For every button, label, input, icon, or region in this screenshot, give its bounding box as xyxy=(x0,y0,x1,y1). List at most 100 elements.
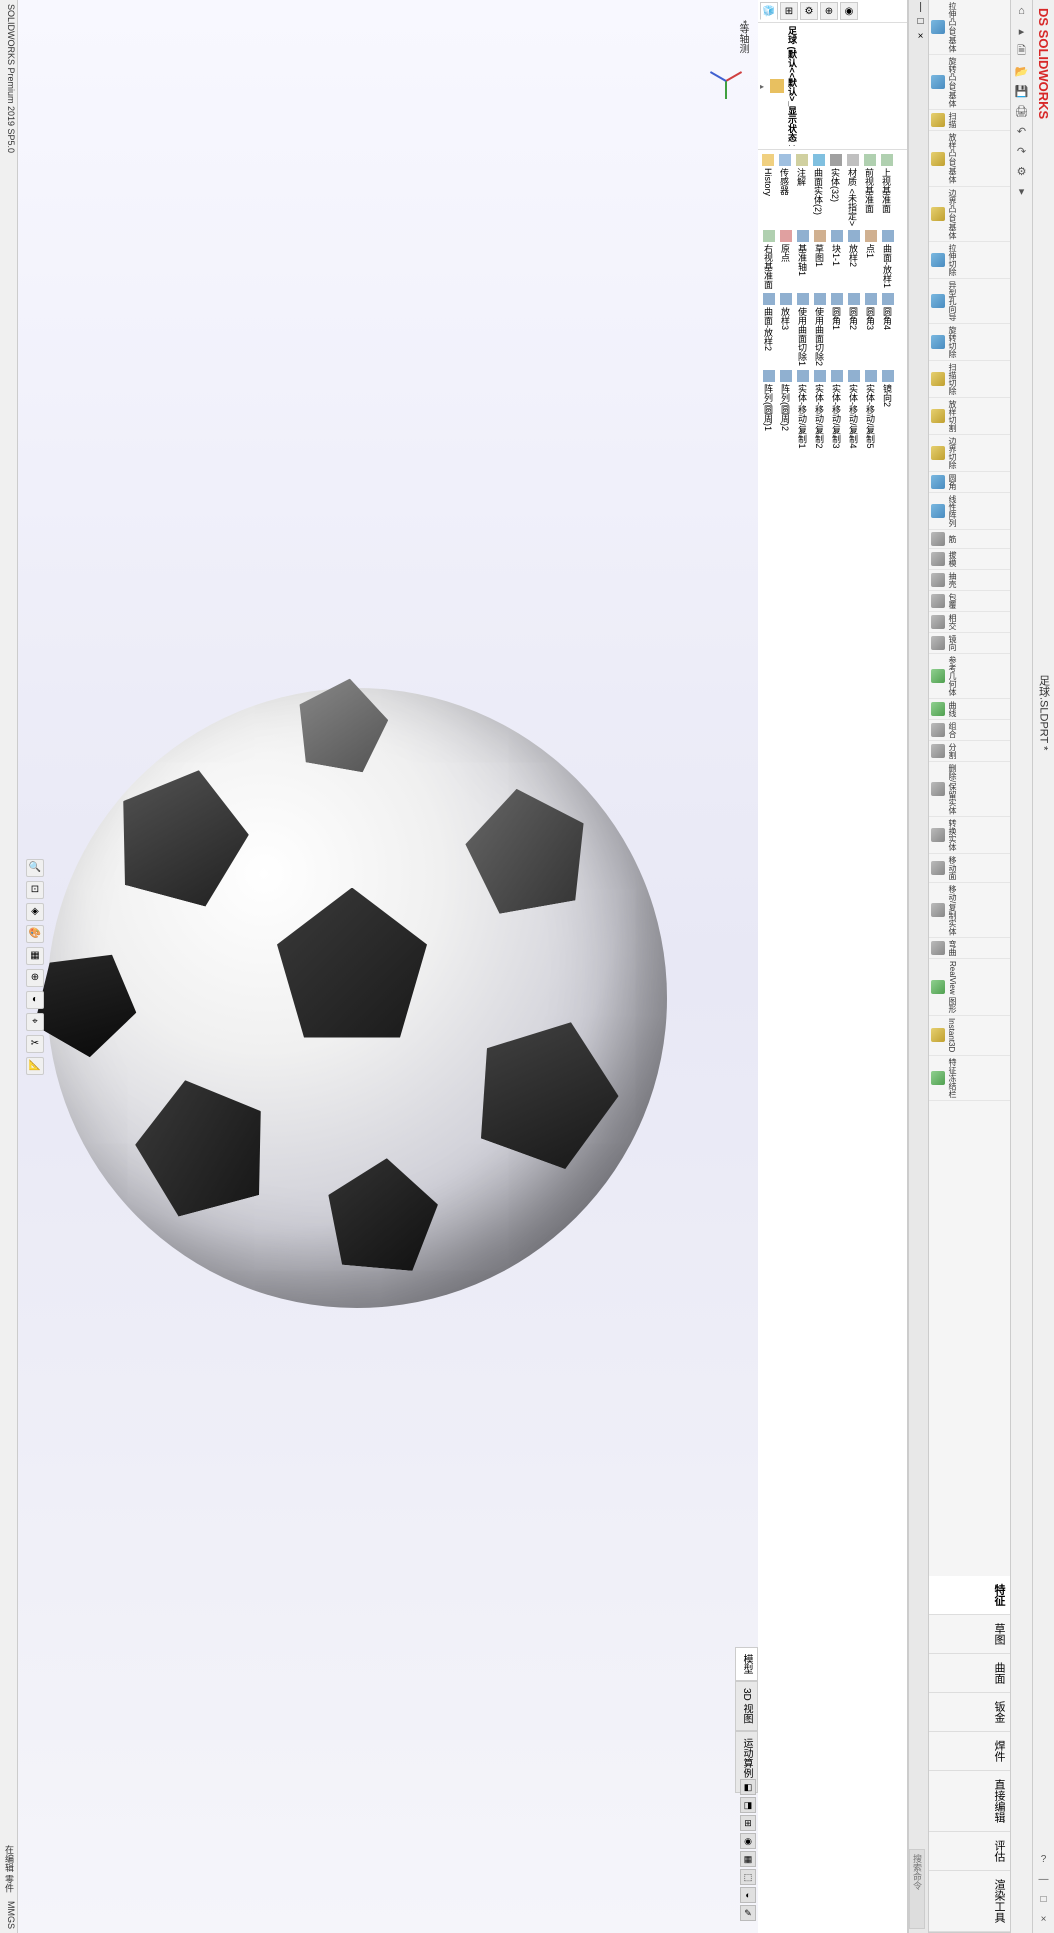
ribbon-button[interactable]: 边界切除 xyxy=(929,435,1010,472)
taskpane-tab-0[interactable]: ◧ xyxy=(740,1779,756,1795)
ribbon-tab-4[interactable]: 焊件 xyxy=(929,1732,1010,1771)
ribbon-button[interactable]: 弯曲 xyxy=(929,938,1010,959)
orientation-triad[interactable] xyxy=(706,60,746,100)
tree-node[interactable]: 实体-移动/复制2 xyxy=(812,369,827,450)
doc-min-button[interactable]: — xyxy=(909,0,928,14)
help-button[interactable]: ? xyxy=(1036,1853,1052,1865)
tree-node[interactable]: 原点 xyxy=(778,229,793,290)
tree-node[interactable]: 曲面-放样2 xyxy=(761,292,776,367)
arrow-icon[interactable] xyxy=(1014,23,1030,39)
headsup-button-2[interactable]: ◈ xyxy=(26,903,44,921)
tree-node[interactable]: 前视基准面 xyxy=(862,153,877,227)
tree-root[interactable]: ▸ 足球 (默认<<默认>_显示状态 1>) xyxy=(760,25,905,147)
feature-panel-tab-4[interactable]: ◉ xyxy=(840,2,858,20)
taskpane-tab-5[interactable]: ⬚ xyxy=(740,1869,756,1885)
ribbon-button[interactable]: 组合 xyxy=(929,720,1010,741)
tree-node[interactable]: 上视基准面 xyxy=(879,153,894,227)
headsup-button-8[interactable]: ✂ xyxy=(26,1035,44,1053)
ribbon-button[interactable]: 边界凸台/基体 xyxy=(929,187,1010,242)
ribbon-button[interactable]: 分割 xyxy=(929,741,1010,762)
ribbon-button[interactable]: 放样切割 xyxy=(929,398,1010,435)
ribbon-button[interactable]: 异型孔向导 xyxy=(929,279,1010,324)
tree-node[interactable]: 圆角3 xyxy=(863,292,878,367)
ribbon-button[interactable]: Instant3D xyxy=(929,1016,1010,1055)
tree-node[interactable]: 实体-移动/复制1 xyxy=(795,369,810,450)
taskpane-tab-6[interactable]: ◐ xyxy=(740,1887,756,1903)
taskpane-tab-4[interactable]: ▦ xyxy=(740,1851,756,1867)
feature-panel-tab-0[interactable]: 🧊 xyxy=(760,2,778,20)
tree-node[interactable]: 使用曲面切除2 xyxy=(812,292,827,367)
tree-node[interactable]: History xyxy=(761,153,775,227)
ribbon-tab-6[interactable]: 评估 xyxy=(929,1832,1010,1871)
redo-icon[interactable] xyxy=(1014,143,1030,159)
dropdown-icon[interactable] xyxy=(1014,183,1030,199)
tree-node[interactable]: 实体-移动/复制4 xyxy=(846,369,861,450)
tree-node[interactable]: 基准轴1 xyxy=(795,229,810,290)
ribbon-button[interactable]: 删除/保留实体 xyxy=(929,762,1010,817)
tree-node[interactable]: 实体-移动/复制3 xyxy=(829,369,844,450)
ribbon-tab-1[interactable]: 草图 xyxy=(929,1615,1010,1654)
save-icon[interactable] xyxy=(1014,83,1030,99)
headsup-button-7[interactable]: ⌖ xyxy=(26,1013,44,1031)
ribbon-tab-7[interactable]: 渲染工具 xyxy=(929,1871,1010,1932)
tree-node[interactable]: 曲面实体(2) xyxy=(811,153,826,227)
tree-node[interactable]: 镜向2 xyxy=(880,369,895,450)
ribbon-button[interactable]: 相交 xyxy=(929,612,1010,633)
tree-node[interactable]: 圆角1 xyxy=(829,292,844,367)
headsup-button-5[interactable]: ⊕ xyxy=(26,969,44,987)
taskpane-tab-3[interactable]: ◉ xyxy=(740,1833,756,1849)
tree-node[interactable]: 阵列(圆周)1 xyxy=(761,369,776,450)
taskpane-tab-7[interactable]: ✎ xyxy=(740,1905,756,1921)
ribbon-button[interactable]: 拔模 xyxy=(929,549,1010,570)
doc-close-button[interactable]: × xyxy=(909,29,928,44)
minimize-button[interactable]: — xyxy=(1036,1873,1052,1885)
tree-node[interactable]: 点1 xyxy=(863,229,878,290)
status-units[interactable]: MMGS xyxy=(1,1901,16,1929)
soccer-ball-model[interactable] xyxy=(47,688,667,1308)
ribbon-button[interactable]: 镜向 xyxy=(929,633,1010,654)
close-button[interactable]: × xyxy=(1036,1913,1052,1925)
ribbon-button[interactable]: 包覆 xyxy=(929,591,1010,612)
3d-viewport[interactable]: SW 研习社 SolidWorks *等轴测 🔍⊡◈🎨▦⊕◐⌖✂📐 模型3D 视… xyxy=(18,0,758,1933)
tree-node[interactable]: 注解 xyxy=(794,153,809,227)
ribbon-button[interactable]: 放样凸台/基体 xyxy=(929,131,1010,186)
ribbon-button[interactable]: 筋 xyxy=(929,530,1010,549)
tree-node[interactable]: 实体(32) xyxy=(828,153,843,227)
ribbon-button[interactable]: 旋转切除 xyxy=(929,324,1010,361)
tree-node[interactable]: 阵列(圆周)2 xyxy=(778,369,793,450)
tree-node[interactable]: 材质 <未指定> xyxy=(845,153,860,227)
ribbon-button[interactable]: RealView 图形 xyxy=(929,959,1010,1016)
feature-panel-tab-2[interactable]: ⚙ xyxy=(800,2,818,20)
headsup-button-1[interactable]: ⊡ xyxy=(26,881,44,899)
ribbon-button[interactable]: 曲线 xyxy=(929,699,1010,720)
print-icon[interactable] xyxy=(1014,103,1030,119)
new-file-icon[interactable] xyxy=(1014,43,1030,59)
ribbon-button[interactable]: 线性阵列 xyxy=(929,493,1010,530)
headsup-button-6[interactable]: ◐ xyxy=(26,991,44,1009)
taskpane-tab-2[interactable]: ⊞ xyxy=(740,1815,756,1831)
ribbon-button[interactable]: 移动/复制实体 xyxy=(929,883,1010,938)
headsup-button-3[interactable]: 🎨 xyxy=(26,925,44,943)
maximize-button[interactable]: □ xyxy=(1036,1893,1052,1905)
tree-node[interactable]: 放样2 xyxy=(846,229,861,290)
doc-max-button[interactable]: □ xyxy=(909,14,928,29)
tree-node[interactable]: 圆角2 xyxy=(846,292,861,367)
tree-node[interactable]: 使用曲面切除1 xyxy=(795,292,810,367)
ribbon-button[interactable]: 扫描切除 xyxy=(929,361,1010,398)
tree-node[interactable]: 草图1 xyxy=(812,229,827,290)
ribbon-button[interactable]: 移动面 xyxy=(929,854,1010,883)
bottom-tab-0[interactable]: 模型 xyxy=(735,1647,758,1681)
tree-node[interactable]: 右视基准面 xyxy=(761,229,776,290)
ribbon-button[interactable]: 旋转凸台/基体 xyxy=(929,55,1010,110)
ribbon-tab-3[interactable]: 钣金 xyxy=(929,1693,1010,1732)
taskpane-tab-1[interactable]: ◨ xyxy=(740,1797,756,1813)
headsup-button-9[interactable]: 📐 xyxy=(26,1057,44,1075)
headsup-button-4[interactable]: ▦ xyxy=(26,947,44,965)
ribbon-tab-2[interactable]: 曲面 xyxy=(929,1654,1010,1693)
search-input[interactable] xyxy=(909,1849,925,1929)
ribbon-button[interactable]: 扫描 xyxy=(929,110,1010,131)
tree-node[interactable]: 放样3 xyxy=(778,292,793,367)
tree-node[interactable]: 传感器 xyxy=(777,153,792,227)
ribbon-button[interactable]: 参考几何体 xyxy=(929,654,1010,699)
feature-panel-tab-1[interactable]: ⊞ xyxy=(780,2,798,20)
